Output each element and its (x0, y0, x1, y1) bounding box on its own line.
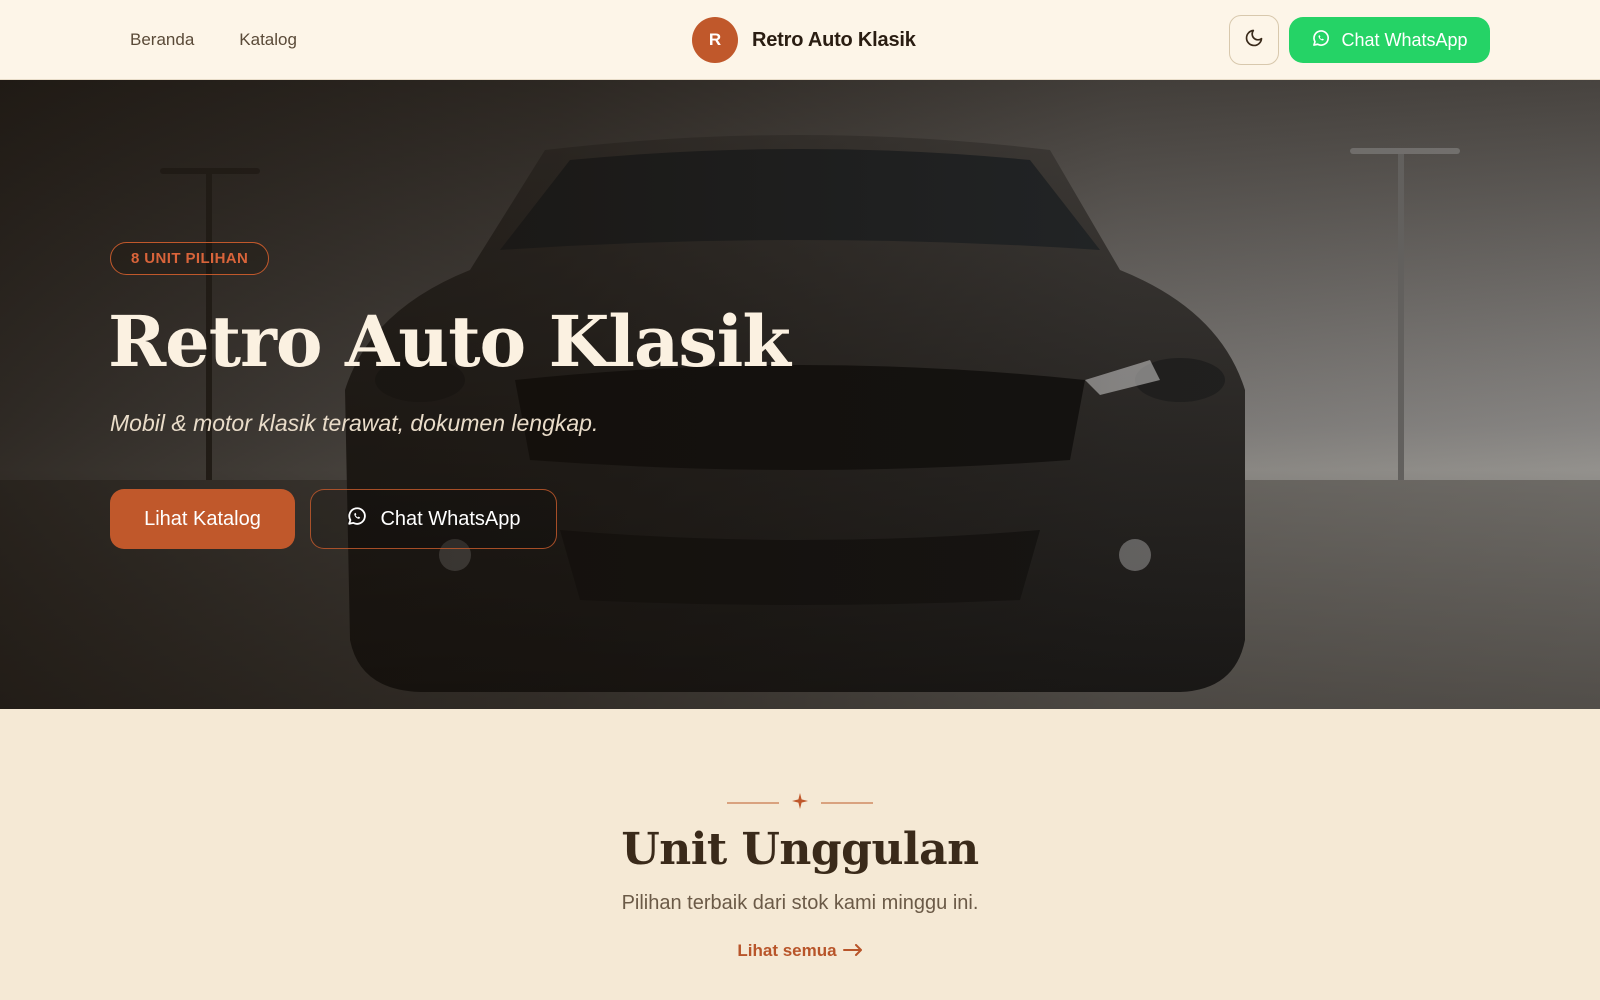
whatsapp-icon (1311, 28, 1331, 53)
brand-avatar: R (692, 17, 738, 63)
see-all-label: Lihat semua (737, 941, 837, 960)
hero-whatsapp-label: Chat WhatsApp (380, 507, 521, 530)
hero-section: 8 UNIT PILIHAN Retro Auto Klasik Mobil &… (0, 80, 1600, 709)
whatsapp-icon (346, 505, 368, 533)
site-header: Beranda Katalog R Retro Auto Klasik Chat… (0, 0, 1600, 80)
view-catalog-button[interactable]: Lihat Katalog (110, 489, 295, 549)
hero-title: Retro Auto Klasik (108, 300, 791, 383)
hero-whatsapp-button[interactable]: Chat WhatsApp (310, 489, 557, 549)
featured-title: Unit Unggulan (621, 824, 979, 875)
brand-name: Retro Auto Klasik (752, 28, 916, 51)
nav-link-katalog[interactable]: Katalog (239, 30, 297, 50)
main-nav: Beranda Katalog (130, 0, 297, 80)
see-all-link[interactable]: Lihat semua (737, 941, 862, 961)
nav-link-beranda[interactable]: Beranda (130, 30, 194, 50)
whatsapp-header-label: Chat WhatsApp (1341, 29, 1468, 50)
theme-toggle-button[interactable] (1229, 15, 1279, 65)
section-divider (727, 792, 873, 814)
featured-section: Unit Unggulan Pilihan terbaik dari stok … (0, 709, 1600, 1000)
unit-count-badge: 8 UNIT PILIHAN (110, 242, 270, 275)
featured-subtitle: Pilihan terbaik dari stok kami minggu in… (621, 892, 979, 914)
moon-icon (1244, 28, 1264, 53)
hero-overlay (0, 80, 1600, 709)
divider-line-left (727, 802, 779, 804)
whatsapp-header-button[interactable]: Chat WhatsApp (1289, 17, 1490, 63)
see-all-row: Lihat semua (0, 941, 1600, 961)
arrow-right-icon (842, 941, 863, 961)
brand-logo[interactable]: R Retro Auto Klasik (692, 17, 916, 63)
divider-line-right (821, 802, 873, 804)
hero-subtitle: Mobil & motor klasik terawat, dokumen le… (110, 410, 599, 436)
sparkle-icon (792, 792, 808, 814)
